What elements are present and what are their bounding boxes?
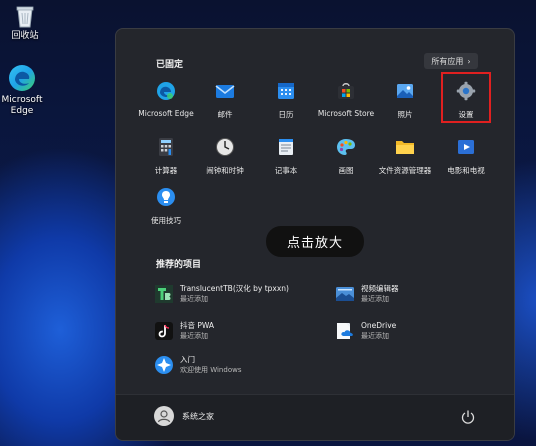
recycle-bin-label: 回收站 bbox=[11, 31, 39, 41]
recommended-title-text: 视频编辑器 bbox=[361, 284, 399, 293]
pinned-label: 计算器 bbox=[154, 166, 178, 175]
calculator-icon bbox=[159, 138, 173, 156]
douyin-icon bbox=[155, 322, 173, 340]
user-icon bbox=[157, 410, 171, 423]
chevron-right-icon: › bbox=[467, 56, 471, 66]
edge-desktop-icon[interactable]: Microsoft Edge bbox=[0, 64, 47, 117]
paint-icon bbox=[337, 139, 355, 155]
user-account-button[interactable]: 系统之家 bbox=[154, 406, 214, 426]
edge-icon bbox=[157, 82, 175, 100]
pinned-file-explorer[interactable]: 文件资源管理器 bbox=[368, 137, 442, 176]
folder-icon bbox=[396, 141, 414, 154]
photos-icon bbox=[397, 84, 413, 98]
recommended-item[interactable]: 入门欢迎使用 Windows bbox=[154, 355, 241, 375]
avatar bbox=[154, 406, 174, 426]
pinned-calendar[interactable]: 日历 bbox=[256, 81, 316, 120]
recommended-title-text: OneDrive bbox=[361, 321, 397, 330]
recommended-title-text: TranslucentTB(汉化 by tpxxn) bbox=[180, 284, 289, 293]
edge-icon bbox=[9, 65, 35, 91]
recommended-item[interactable]: TranslucentTB(汉化 by tpxxn) 最近添加 bbox=[154, 284, 289, 304]
pinned-edge[interactable]: Microsoft Edge bbox=[136, 81, 196, 118]
recommended-title-text: 抖音 PWA bbox=[180, 321, 215, 330]
recommended-title: 推荐的项目 bbox=[156, 260, 202, 270]
pinned-label: 电影和电视 bbox=[447, 166, 485, 175]
pinned-title: 已固定 bbox=[156, 60, 184, 70]
power-icon[interactable] bbox=[460, 409, 476, 425]
user-name: 系统之家 bbox=[182, 411, 214, 421]
all-apps-label: 所有应用 bbox=[431, 56, 464, 66]
pinned-clock[interactable]: 闹钟和时钟 bbox=[195, 137, 255, 176]
start-menu-footer: 系统之家 bbox=[116, 394, 514, 440]
recommended-title-text: 入门 bbox=[180, 355, 195, 364]
recommended-item[interactable]: 视频编辑器 最近添加 bbox=[335, 284, 399, 304]
recycle-bin-icon bbox=[16, 6, 34, 28]
recommended-item[interactable]: OneDrive 最近添加 bbox=[335, 321, 396, 341]
recommended-sub-text: 最近添加 bbox=[361, 295, 389, 303]
translucenttb-icon bbox=[155, 285, 173, 303]
pinned-label: Microsoft Store bbox=[317, 109, 375, 118]
recommended-item[interactable]: 抖音 PWA 最近添加 bbox=[154, 321, 214, 341]
pinned-label: 画图 bbox=[338, 166, 354, 175]
pinned-label: 文件资源管理器 bbox=[378, 166, 432, 175]
clock-icon bbox=[216, 138, 234, 156]
pinned-notepad[interactable]: 记事本 bbox=[256, 137, 316, 176]
video-editor-icon bbox=[336, 287, 354, 301]
pinned-label: Microsoft Edge bbox=[138, 109, 194, 118]
pinned-label: 照片 bbox=[397, 110, 413, 119]
pinned-tips[interactable]: 使用技巧 bbox=[136, 187, 196, 226]
pinned-label: 闹钟和时钟 bbox=[206, 166, 244, 175]
zoom-hint-tooltip: 点击放大 bbox=[266, 226, 364, 257]
pinned-label: 使用技巧 bbox=[151, 216, 181, 225]
pinned-store[interactable]: Microsoft Store bbox=[316, 81, 376, 118]
edge-desktop-label-1: Microsoft bbox=[1, 95, 43, 105]
pinned-movies[interactable]: 电影和电视 bbox=[436, 137, 496, 176]
calendar-icon bbox=[278, 83, 294, 99]
recycle-bin-desktop-icon[interactable]: 回收站 bbox=[0, 4, 50, 42]
pinned-label: 日历 bbox=[278, 110, 294, 119]
pinned-photos[interactable]: 照片 bbox=[375, 81, 435, 120]
start-menu: 已固定 所有应用 › Microsoft Edge 邮件 日历 Microsof… bbox=[115, 28, 515, 441]
recommended-sub-text: 最近添加 bbox=[180, 332, 208, 340]
store-icon bbox=[338, 83, 354, 99]
get-started-icon bbox=[155, 356, 173, 374]
edge-desktop-label-2: Edge bbox=[10, 106, 34, 116]
pinned-label: 邮件 bbox=[217, 110, 233, 119]
pinned-label: 记事本 bbox=[274, 166, 298, 175]
pinned-paint[interactable]: 画图 bbox=[316, 137, 376, 176]
recommended-sub-text: 最近添加 bbox=[180, 295, 208, 303]
mail-icon bbox=[215, 85, 235, 98]
pinned-calculator[interactable]: 计算器 bbox=[136, 137, 196, 176]
settings-highlight-box bbox=[441, 72, 491, 123]
recommended-sub-text: 最近添加 bbox=[361, 332, 389, 340]
pinned-mail[interactable]: 邮件 bbox=[195, 81, 255, 120]
tips-icon bbox=[157, 188, 175, 206]
recommended-sub-text: 欢迎使用 Windows bbox=[180, 366, 242, 374]
onedrive-icon bbox=[337, 323, 353, 339]
notepad-icon bbox=[279, 139, 293, 155]
movies-icon bbox=[458, 140, 474, 154]
all-apps-button[interactable]: 所有应用 › bbox=[424, 53, 478, 69]
